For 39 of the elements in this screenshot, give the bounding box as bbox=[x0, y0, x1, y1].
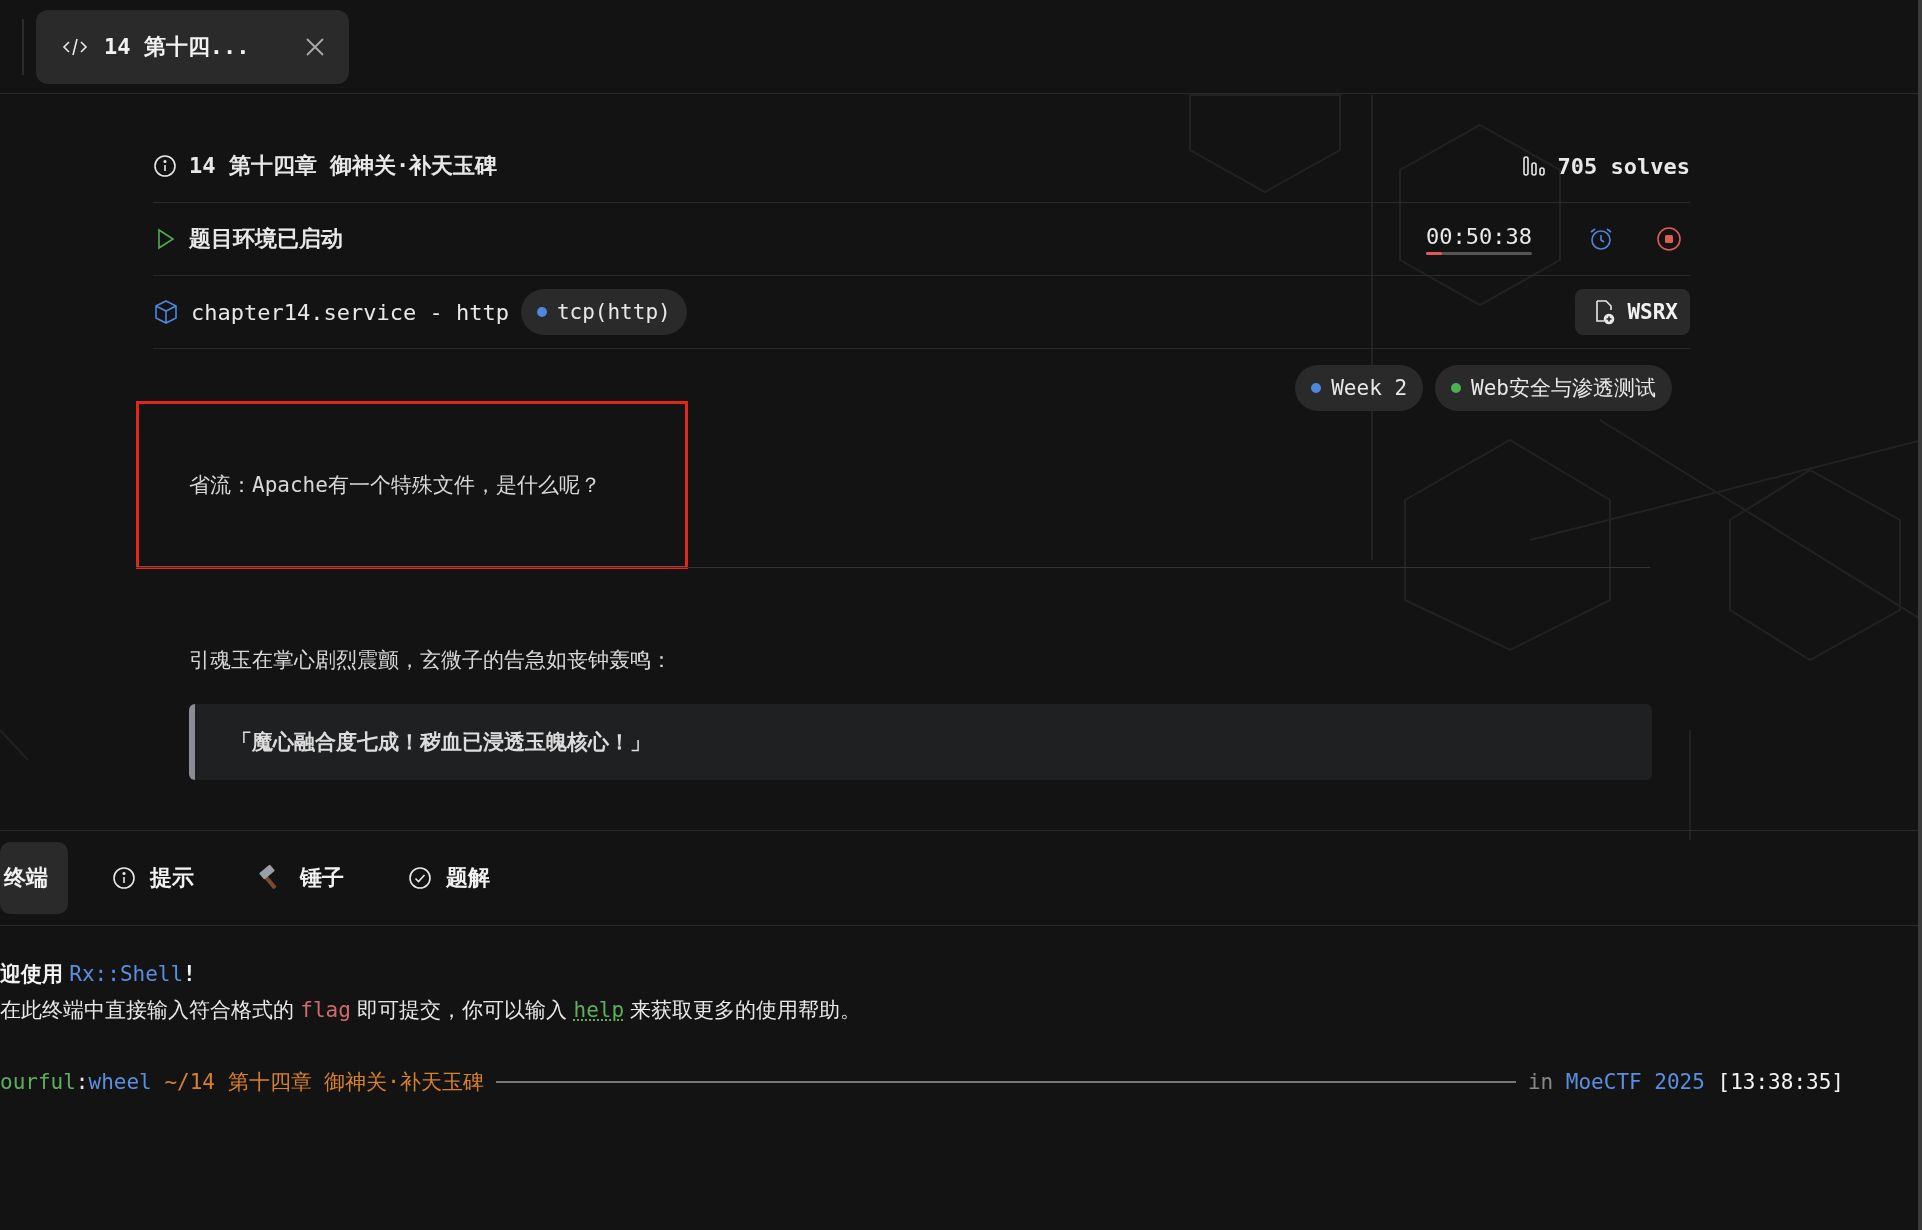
stop-icon[interactable] bbox=[1656, 226, 1682, 252]
bar-chart-icon bbox=[1521, 154, 1546, 178]
challenge-title: 14 第十四章 御神关·补天玉碑 bbox=[189, 152, 498, 180]
close-icon[interactable] bbox=[305, 36, 326, 57]
timer: 00:50:38 bbox=[1426, 223, 1532, 255]
panel-tab[interactable]: 提示 bbox=[82, 842, 214, 914]
terminal-text: ! bbox=[183, 962, 196, 986]
info-icon bbox=[153, 154, 177, 178]
blockquote: 「魔心融合度七成！秽血已浸透玉魄核心！」 bbox=[189, 704, 1652, 780]
terminal-text: flag bbox=[300, 998, 351, 1022]
protocol-badge: tcp(http) bbox=[520, 289, 687, 335]
story-paragraph: 引魂玉在掌心剧烈震颤，玄微子的告急如丧钟轰鸣： bbox=[189, 647, 673, 674]
terminal-text: Rx::Shell bbox=[69, 962, 184, 986]
prompt-user: ourful bbox=[0, 1070, 76, 1094]
prompt-time: [13:38:35] bbox=[1717, 1070, 1844, 1094]
alarm-clock-icon[interactable] bbox=[1588, 226, 1614, 252]
status-text: 题目环境已启动 bbox=[189, 225, 343, 253]
prompt-preposition: in bbox=[1527, 1070, 1554, 1094]
terminal-text: 在此终端中直接输入符合格式的 bbox=[0, 997, 294, 1024]
solves-count: 705 solves bbox=[1557, 153, 1690, 179]
panel-tab[interactable]: 终端 bbox=[0, 842, 68, 914]
wsrx-button[interactable]: WSRX bbox=[1575, 289, 1690, 335]
prompt-host: wheel bbox=[88, 1070, 152, 1094]
tag: Week 2 bbox=[1295, 365, 1424, 411]
cube-icon bbox=[153, 299, 179, 325]
prompt-separator: : bbox=[75, 1070, 89, 1094]
panel-tab[interactable]: 锤子 bbox=[228, 842, 364, 914]
prompt-project: MoeCTF 2025 bbox=[1565, 1070, 1705, 1094]
editor-tab[interactable]: 14 第十四... bbox=[36, 9, 350, 84]
terminal-text: 迎使用 bbox=[0, 961, 63, 988]
terminal-text: 即可提交，你可以输入 bbox=[357, 997, 568, 1024]
info-icon bbox=[112, 866, 136, 890]
terminal-text: 来获取更多的使用帮助。 bbox=[630, 997, 862, 1024]
tag: Web安全与渗透测试 bbox=[1435, 365, 1672, 411]
check-circle-icon bbox=[408, 866, 432, 890]
service-name: chapter14.service - http bbox=[191, 299, 509, 325]
panel-tab[interactable]: 题解 bbox=[378, 842, 510, 914]
help-link[interactable]: help bbox=[573, 998, 625, 1022]
prompt-path: ~/14 第十四章 御神关·补天玉碑 bbox=[164, 1069, 484, 1096]
